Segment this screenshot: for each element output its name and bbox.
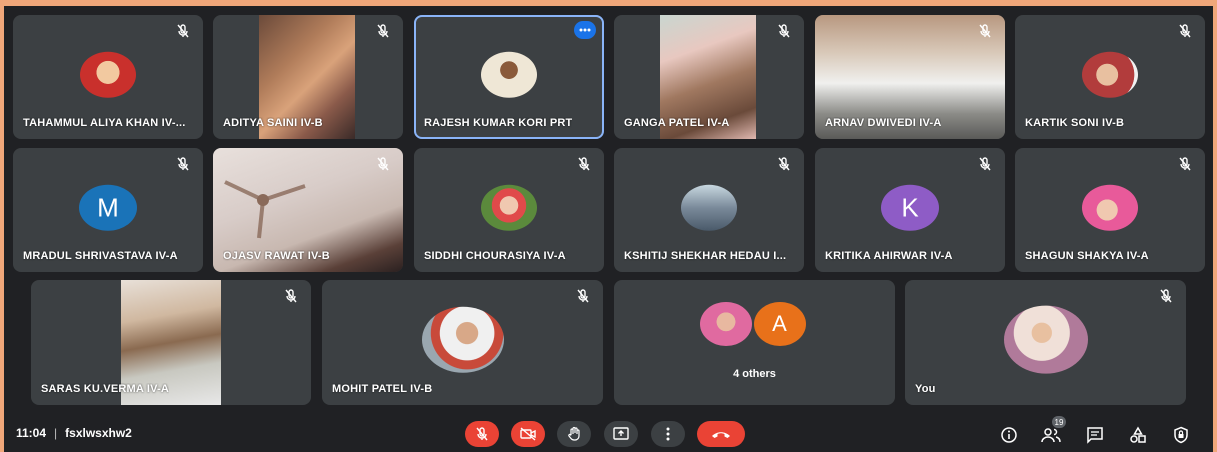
people-icon — [1041, 428, 1061, 443]
participant-tile[interactable]: OJASV RAWAT IV-B — [213, 148, 403, 272]
participant-initial-avatar: K — [881, 184, 939, 231]
participant-name: KRITIKA AHIRWAR IV-A — [825, 250, 953, 262]
participant-initial-avatar: A — [753, 302, 806, 346]
mic-off-icon — [285, 289, 297, 303]
mic-off-icon — [1160, 289, 1172, 303]
self-avatar — [1003, 305, 1088, 374]
people-button[interactable]: 19 — [1038, 416, 1066, 448]
mic-off-icon — [377, 24, 389, 38]
participant-tile[interactable]: KSHITIJ SHEKHAR HEDAU I... — [614, 148, 804, 272]
meeting-code: fsxlwsxhw2 — [65, 426, 132, 440]
meet-stage: TAHAMMUL ALIYA KHAN IV-... ADITYA SAINI … — [4, 6, 1213, 452]
activities-icon — [1130, 426, 1146, 443]
participant-tile[interactable]: TAHAMMUL ALIYA KHAN IV-... — [13, 15, 203, 139]
participant-avatar — [1082, 184, 1138, 231]
participant-tile[interactable]: K KRITIKA AHIRWAR IV-A — [815, 148, 1005, 272]
participant-avatar — [1082, 51, 1138, 98]
people-count-badge: 19 — [1052, 416, 1066, 428]
participant-name: GANGA PATEL IV-A — [624, 117, 730, 129]
participant-name: OJASV RAWAT IV-B — [223, 250, 330, 262]
participant-avatar — [80, 51, 136, 98]
mic-off-icon — [476, 427, 488, 441]
present-screen-icon — [613, 427, 629, 440]
participant-name: ARNAV DWIVEDI IV-A — [825, 117, 942, 129]
participant-name: ADITYA SAINI IV-B — [223, 117, 323, 129]
meeting-info-separator: | — [54, 426, 58, 440]
participant-tile[interactable]: GANGA PATEL IV-A — [614, 15, 804, 139]
raise-hand-button[interactable] — [557, 421, 591, 447]
more-options-icon — [666, 427, 670, 441]
participant-tile[interactable]: ADITYA SAINI IV-B — [213, 15, 403, 139]
camera-toggle-button[interactable] — [511, 421, 545, 447]
mic-off-icon — [177, 157, 189, 171]
participant-name: MOHIT PATEL IV-B — [332, 383, 433, 395]
mic-off-icon — [578, 157, 590, 171]
activities-button[interactable] — [1125, 422, 1151, 448]
mic-off-icon — [979, 157, 991, 171]
self-name: You — [915, 383, 936, 395]
participant-avatar — [681, 184, 737, 231]
participant-avatar — [481, 51, 537, 98]
participant-name: SARAS KU.VERMA IV-A — [41, 383, 170, 395]
participant-tile[interactable]: SARAS KU.VERMA IV-A — [31, 280, 311, 405]
participant-avatar — [699, 302, 752, 346]
participant-tile[interactable]: SHAGUN SHAKYA IV-A — [1015, 148, 1205, 272]
host-controls-icon — [1174, 426, 1188, 444]
host-controls-button[interactable] — [1168, 422, 1194, 448]
participant-name: MRADUL SHRIVASTAVA IV-A — [23, 250, 178, 262]
camera-off-icon — [520, 427, 536, 441]
participant-name: SIDDHI CHOURASIYA IV-A — [424, 250, 566, 262]
others-count-label: 4 others — [733, 368, 776, 380]
more-options-button[interactable] — [651, 421, 685, 447]
mic-off-icon — [377, 157, 389, 171]
participant-tile-active[interactable]: RAJESH KUMAR KORI PRT — [414, 15, 604, 139]
participant-tile[interactable]: M MRADUL SHRIVASTAVA IV-A — [13, 148, 203, 272]
participant-tile[interactable]: KARTIK SONI IV-B — [1015, 15, 1205, 139]
leave-call-button[interactable] — [697, 421, 745, 447]
participant-name: TAHAMMUL ALIYA KHAN IV-... — [23, 117, 186, 129]
meeting-time: 11:04 — [16, 426, 47, 440]
participant-avatar — [481, 184, 537, 231]
participant-name: KARTIK SONI IV-B — [1025, 117, 1125, 129]
chat-button[interactable] — [1082, 422, 1108, 448]
participant-name: KSHITIJ SHEKHAR HEDAU I... — [624, 250, 787, 262]
mic-off-icon — [979, 24, 991, 38]
mic-off-icon — [1179, 24, 1191, 38]
raise-hand-icon — [568, 426, 580, 441]
mic-off-icon — [778, 24, 790, 38]
others-avatar-stack: A — [699, 302, 810, 352]
participant-avatar — [421, 306, 504, 373]
mic-off-icon — [1179, 157, 1191, 171]
meeting-info: 11:04 | fsxlwsxhw2 — [16, 426, 132, 440]
participant-initial-avatar: M — [79, 184, 137, 231]
info-icon — [1001, 427, 1017, 443]
hang-up-icon — [712, 432, 730, 438]
present-screen-button[interactable] — [604, 421, 638, 447]
others-tile[interactable]: A 4 others — [614, 280, 895, 405]
mic-off-icon — [778, 157, 790, 171]
mic-toggle-button[interactable] — [465, 421, 499, 447]
mic-off-icon — [577, 289, 589, 303]
participant-tile[interactable]: MOHIT PATEL IV-B — [322, 280, 603, 405]
meeting-control-bar: 11:04 | fsxlwsxhw2 19 — [4, 414, 1213, 452]
participant-tile[interactable]: ARNAV DWIVEDI IV-A — [815, 15, 1005, 139]
participant-name: RAJESH KUMAR KORI PRT — [424, 117, 573, 129]
more-options-icon[interactable] — [574, 21, 596, 39]
participant-tile[interactable]: SIDDHI CHOURASIYA IV-A — [414, 148, 604, 272]
chat-icon — [1087, 427, 1103, 444]
meeting-details-button[interactable] — [996, 422, 1022, 448]
self-tile[interactable]: You — [905, 280, 1186, 405]
mic-off-icon — [177, 24, 189, 38]
participant-name: SHAGUN SHAKYA IV-A — [1025, 250, 1149, 262]
